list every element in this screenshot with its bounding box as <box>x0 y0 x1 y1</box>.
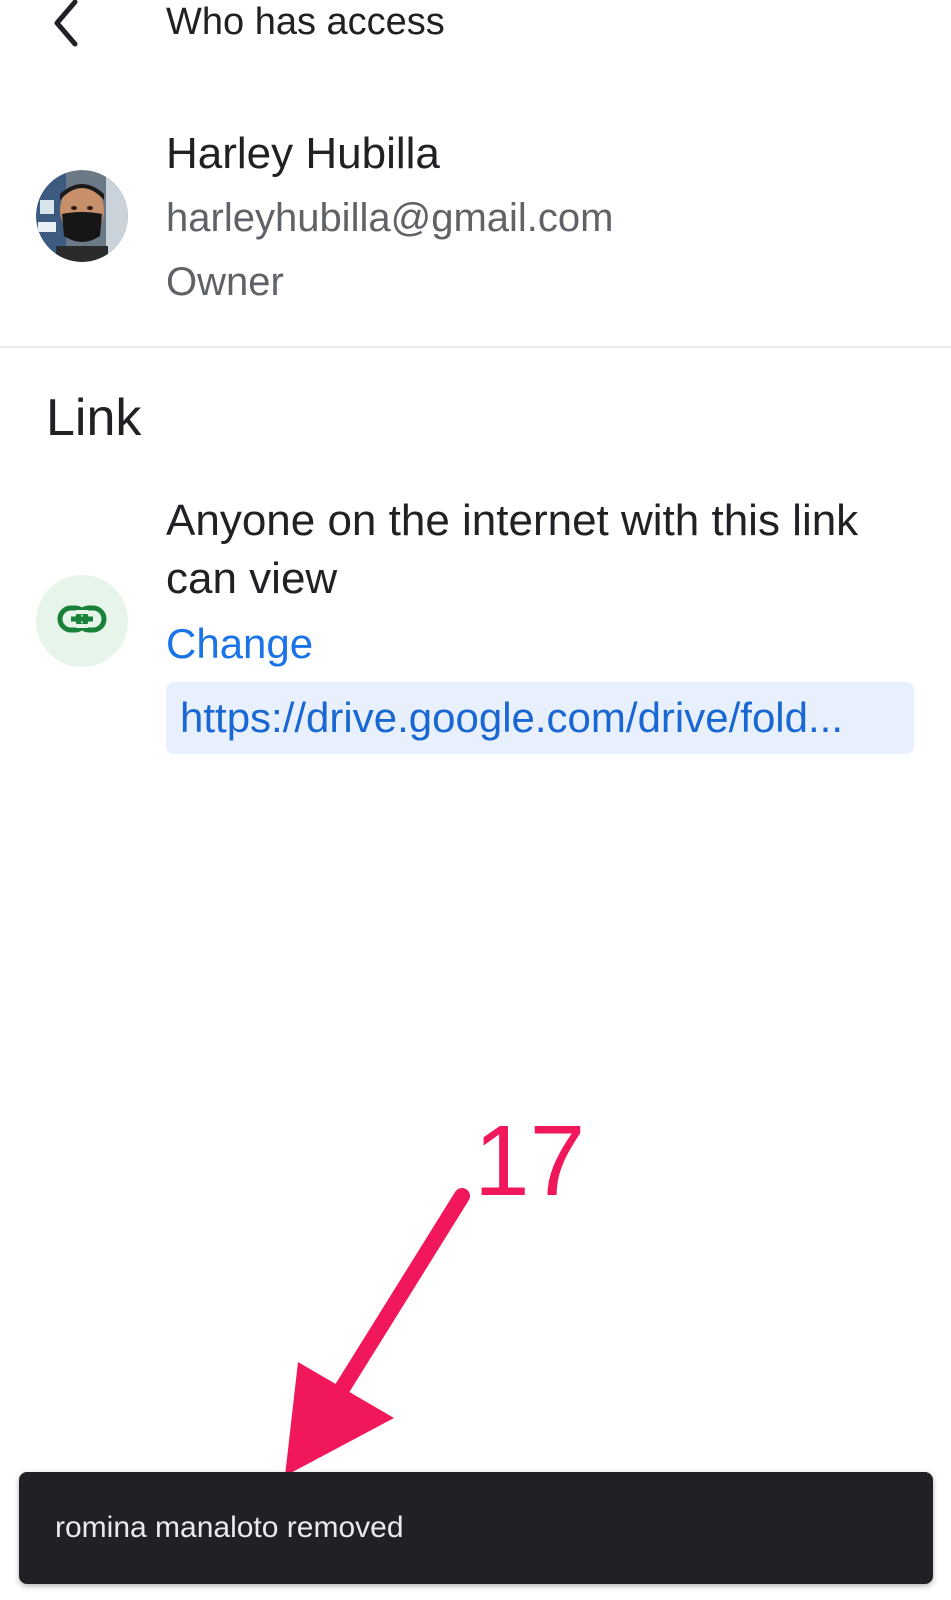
arrow-back-icon <box>47 0 83 53</box>
owner-email: harleyhubilla@gmail.com <box>166 196 614 240</box>
section-divider <box>0 346 951 348</box>
snackbar: romina manaloto removed <box>19 1472 933 1584</box>
link-access-description: Anyone on the internet with this link ca… <box>166 496 859 603</box>
back-button[interactable] <box>40 0 90 50</box>
owner-role: Owner <box>166 260 284 304</box>
share-url-field[interactable]: https://drive.google.com/drive/fold... <box>166 682 914 754</box>
snackbar-message: romina manaloto removed <box>55 1511 404 1544</box>
who-has-access-screen: Who has access Harley Hubilla harleyhubi <box>0 0 951 1600</box>
owner-name: Harley Hubilla <box>166 129 440 178</box>
link-section-title: Link <box>46 389 142 447</box>
share-url-text: https://drive.google.com/drive/fold... <box>180 694 843 741</box>
change-link-access-button[interactable]: Change <box>166 618 313 670</box>
link-icon-badge <box>36 575 128 667</box>
annotation-step-number: 17 <box>474 1105 586 1217</box>
page-title: Who has access <box>166 1 445 43</box>
avatar <box>36 170 128 262</box>
link-icon <box>57 604 107 639</box>
